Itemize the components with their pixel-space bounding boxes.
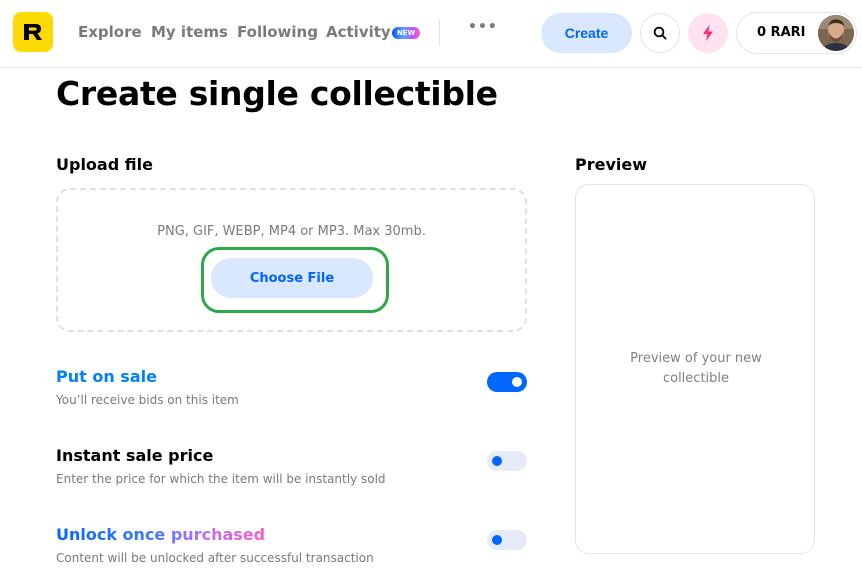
avatar[interactable] [818, 15, 854, 51]
upload-hint: PNG, GIF, WEBP, MP4 or MP3. Max 30mb. [157, 224, 426, 239]
put-on-sale-toggle[interactable] [487, 372, 527, 392]
toggle-knob [492, 456, 502, 466]
toggle-knob [492, 535, 502, 545]
put-on-sale-title: Put on sale [56, 367, 157, 386]
instant-sale-description: Enter the price for which the item will … [56, 472, 386, 486]
create-button[interactable]: Create [541, 13, 632, 53]
nav-activity[interactable]: Activity [326, 23, 391, 41]
unlock-once-purchased-description: Content will be unlocked after successfu… [56, 551, 374, 565]
search-button[interactable] [640, 13, 680, 53]
search-icon [653, 26, 667, 40]
toggle-knob [512, 377, 522, 387]
new-badge: NEW [392, 27, 420, 39]
nav-my-items[interactable]: My items [151, 23, 228, 41]
unlock-once-purchased-title: Unlock once purchased [56, 525, 266, 544]
choose-file-button[interactable]: Choose File [211, 258, 373, 298]
preview-label: Preview [575, 155, 648, 174]
nav-divider [439, 20, 440, 46]
more-dots-icon[interactable]: ••• [468, 19, 497, 39]
preview-panel: Preview of your new collectible [575, 184, 815, 554]
unlock-once-purchased-toggle[interactable] [487, 530, 527, 550]
upload-file-label: Upload file [56, 155, 153, 174]
notifications-button[interactable] [688, 13, 728, 53]
page-title: Create single collectible [56, 74, 498, 113]
top-navbar: Explore My items Following Activity NEW … [0, 0, 862, 68]
instant-sale-title: Instant sale price [56, 446, 214, 465]
nav-following[interactable]: Following [237, 23, 318, 41]
preview-placeholder: Preview of your new collectible [630, 351, 762, 386]
put-on-sale-description: You’ll receive bids on this item [56, 393, 239, 407]
wallet-balance: 0 RARI [757, 25, 806, 40]
instant-sale-toggle[interactable] [487, 451, 527, 471]
upload-dropzone[interactable]: PNG, GIF, WEBP, MP4 or MP3. Max 30mb. Ch… [56, 188, 527, 332]
wallet-balance-button[interactable]: 0 RARI [736, 12, 857, 54]
nav-explore[interactable]: Explore [78, 23, 142, 41]
lightning-bolt-icon [703, 25, 713, 41]
rarible-logo-icon[interactable] [13, 12, 53, 52]
